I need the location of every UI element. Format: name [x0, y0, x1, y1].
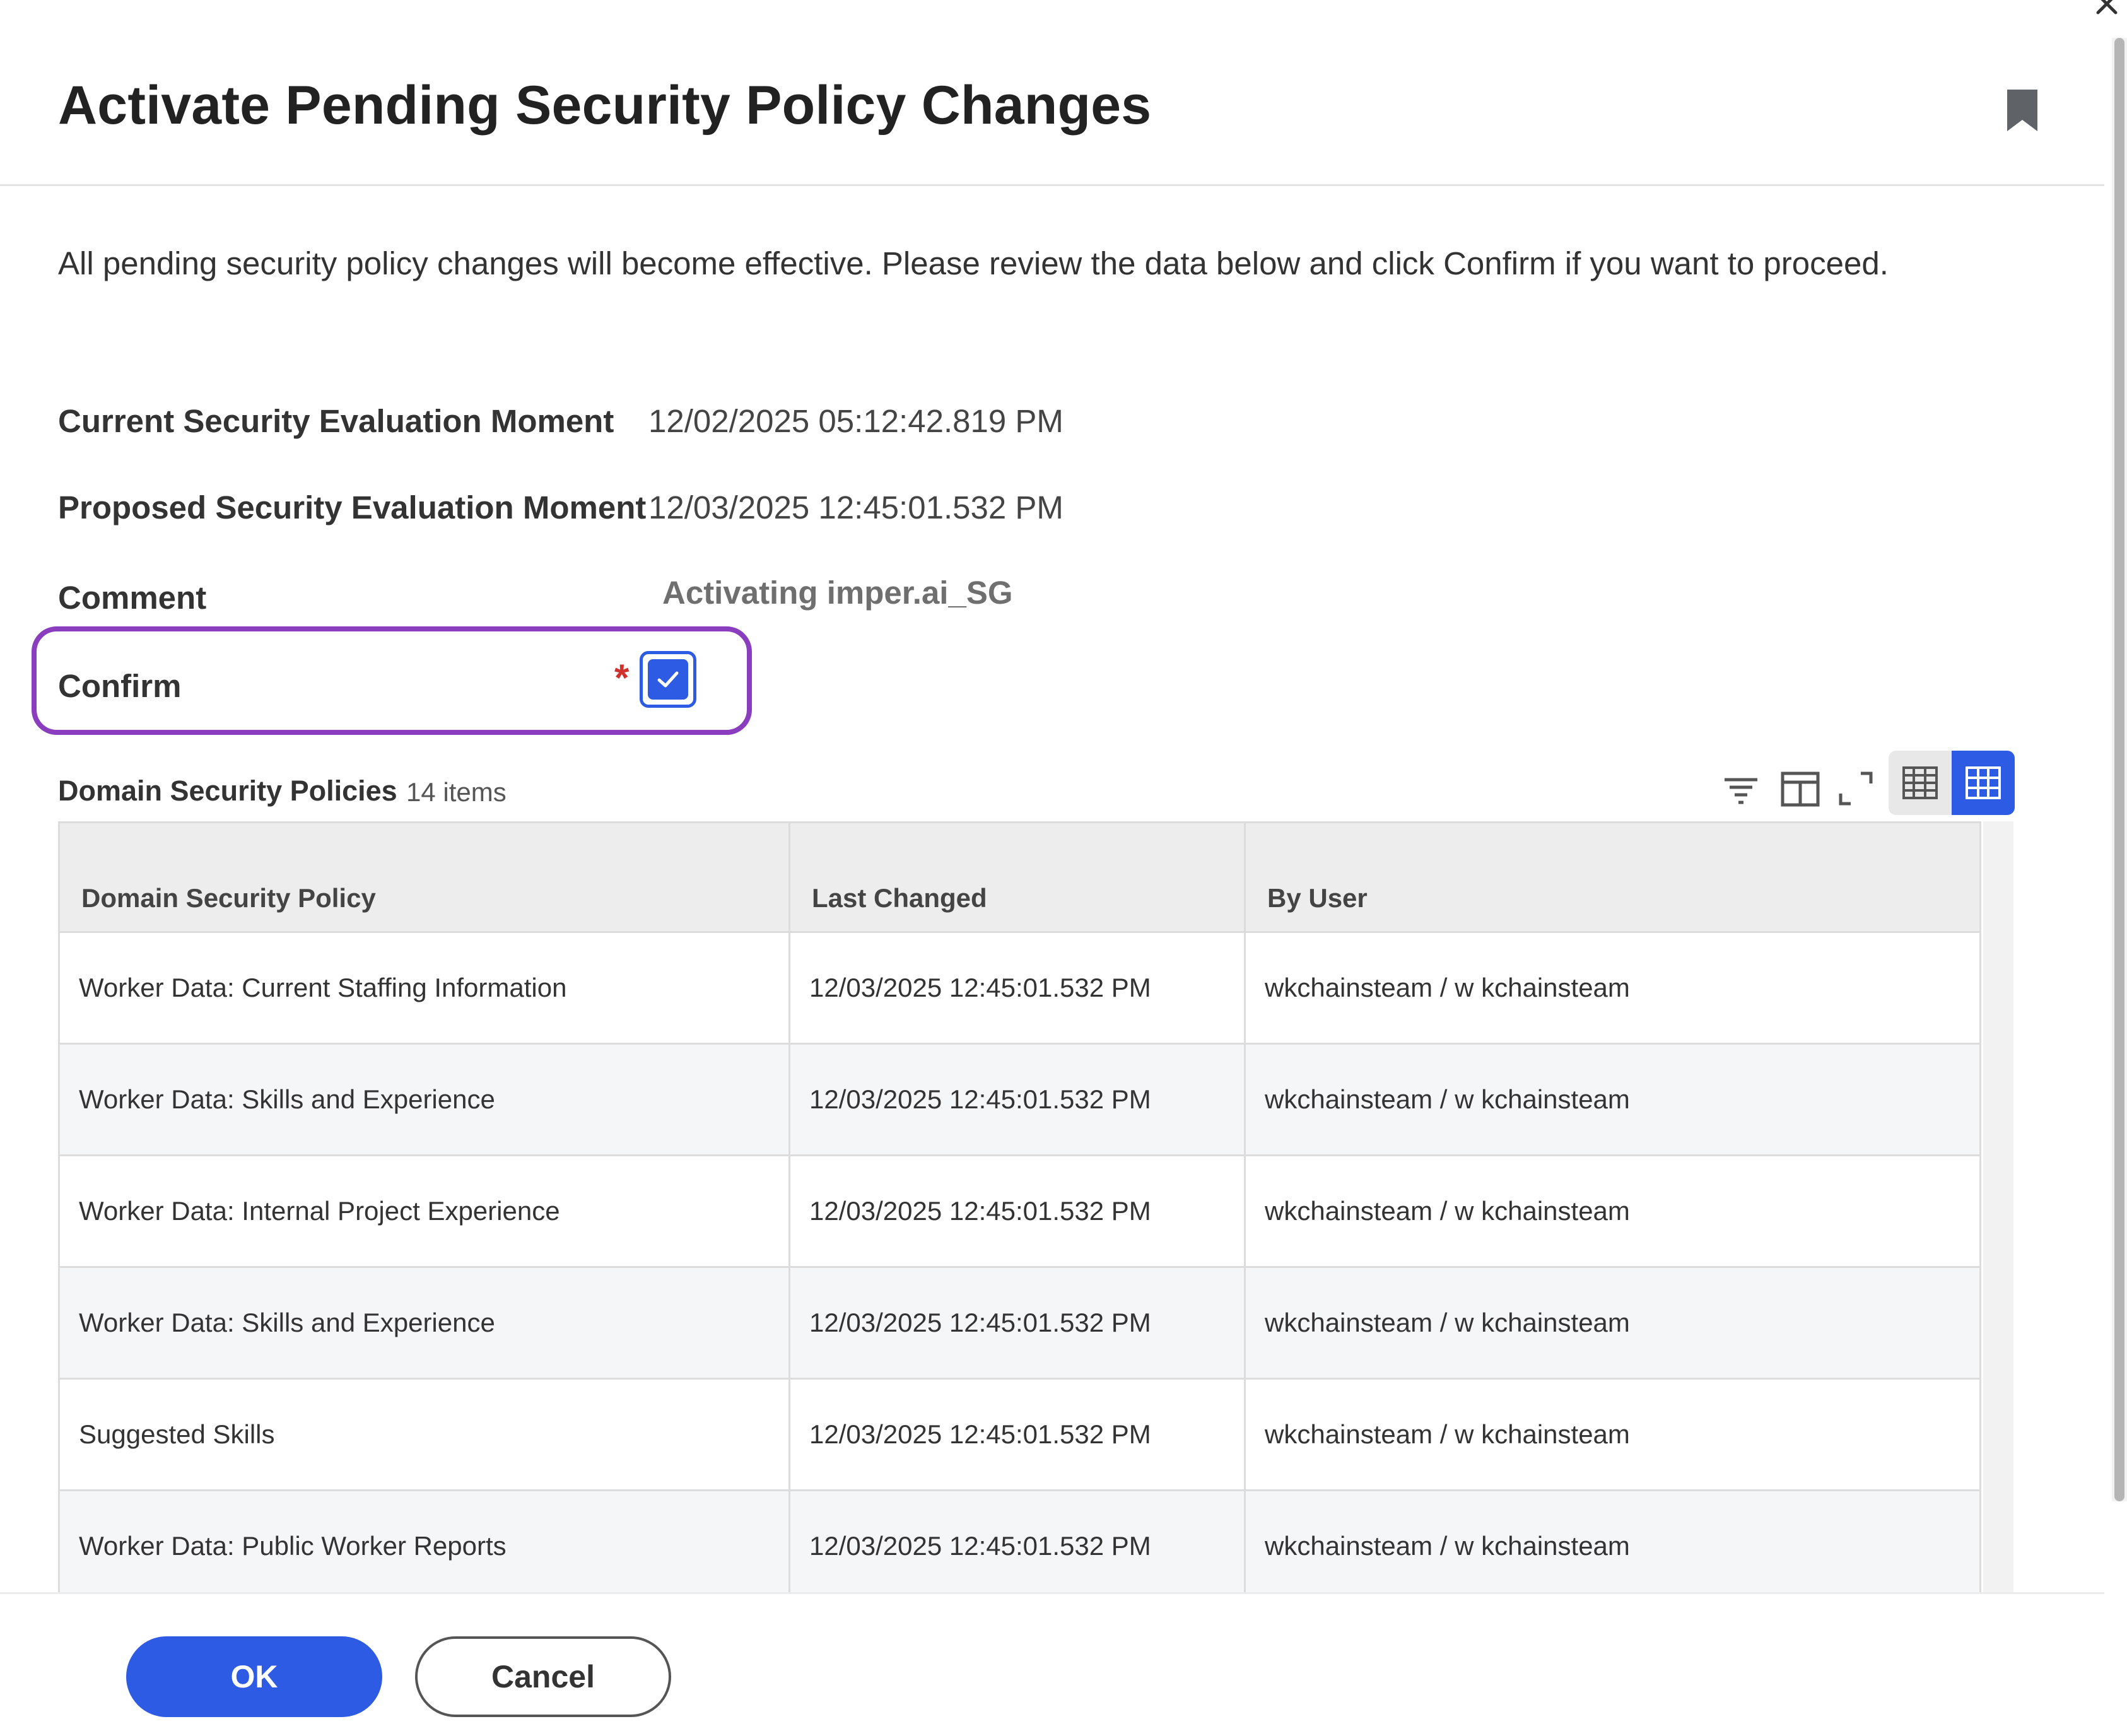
expand-icon[interactable] — [1833, 766, 1878, 811]
cancel-button[interactable]: Cancel — [415, 1636, 671, 1717]
grid-view-icon — [1966, 766, 2001, 799]
checkbox-fill — [648, 659, 688, 700]
confirm-label: Confirm — [58, 668, 182, 704]
checkmark-icon — [657, 671, 679, 688]
policy-cell[interactable]: Worker Data: Skills and Experience — [58, 1266, 790, 1380]
column-header-last-changed[interactable]: Last Changed — [788, 821, 1246, 933]
dialog-header: Activate Pending Security Policy Changes — [0, 0, 2104, 186]
proposed-evaluation-value: 12/03/2025 12:45:01.532 PM — [648, 490, 1064, 525]
dialog-scrollbar-thumb[interactable] — [2114, 38, 2124, 1501]
last-changed-cell: 12/03/2025 12:45:01.532 PM — [788, 1266, 1246, 1380]
grid-title: Domain Security Policies — [58, 775, 397, 807]
instructions-text: All pending security policy changes will… — [58, 245, 1889, 281]
ok-button[interactable]: OK — [126, 1636, 382, 1717]
confirm-checkbox[interactable] — [640, 651, 696, 708]
filter-icon[interactable] — [1718, 766, 1764, 811]
comment-input[interactable]: Activating imper.ai_SG — [662, 574, 1013, 611]
table-view-button[interactable] — [1889, 751, 1952, 815]
required-indicator: * — [614, 657, 630, 699]
by-user-cell[interactable]: wkchainsteam / w kchainsteam — [1244, 931, 1981, 1045]
last-changed-cell: 12/03/2025 12:45:01.532 PM — [788, 1489, 1246, 1592]
by-user-cell[interactable]: wkchainsteam / w kchainsteam — [1244, 1378, 1981, 1491]
dialog: Activate Pending Security Policy Changes… — [0, 0, 2127, 1736]
column-header-policy[interactable]: Domain Security Policy — [58, 821, 790, 933]
last-changed-cell: 12/03/2025 12:45:01.532 PM — [788, 1378, 1246, 1491]
table-header-row: Domain Security Policy Last Changed By U… — [58, 821, 1981, 933]
grid-item-count: 14 items — [406, 777, 507, 807]
comment-label: Comment — [58, 580, 207, 616]
policy-cell[interactable]: Worker Data: Skills and Experience — [58, 1043, 790, 1156]
table-row: Worker Data: Skills and Experience 12/03… — [58, 1266, 1981, 1380]
domain-policies-table: Domain Security Policy Last Changed By U… — [58, 821, 1981, 1592]
table-row: Worker Data: Skills and Experience 12/03… — [58, 1043, 1981, 1156]
policy-cell[interactable]: Suggested Skills — [58, 1378, 790, 1491]
policy-cell[interactable]: Worker Data: Public Worker Reports — [58, 1489, 790, 1592]
bookmark-icon[interactable] — [2005, 88, 2040, 132]
current-evaluation-label: Current Security Evaluation Moment — [58, 403, 614, 439]
grid-view-button[interactable] — [1952, 751, 2015, 815]
last-changed-cell: 12/03/2025 12:45:01.532 PM — [788, 931, 1246, 1045]
table-row: Suggested Skills 12/03/2025 12:45:01.532… — [58, 1378, 1981, 1491]
domain-policies-grid: Domain Security Policy Last Changed By U… — [58, 821, 2013, 1592]
current-evaluation-value: 12/02/2025 05:12:42.819 PM — [648, 403, 1064, 439]
view-toggle — [1889, 751, 2015, 815]
proposed-evaluation-label: Proposed Security Evaluation Moment — [58, 490, 647, 525]
table-row: Worker Data: Internal Project Experience… — [58, 1154, 1981, 1268]
page-title: Activate Pending Security Policy Changes — [58, 75, 1152, 136]
table-view-icon — [1902, 766, 1938, 799]
column-layout-icon[interactable] — [1778, 766, 1823, 811]
table-row: Worker Data: Current Staffing Informatio… — [58, 931, 1981, 1045]
by-user-cell[interactable]: wkchainsteam / w kchainsteam — [1244, 1266, 1981, 1380]
by-user-cell[interactable]: wkchainsteam / w kchainsteam — [1244, 1489, 1981, 1592]
by-user-cell[interactable]: wkchainsteam / w kchainsteam — [1244, 1154, 1981, 1268]
column-header-by-user[interactable]: By User — [1244, 821, 1981, 933]
grid-scrollbar[interactable] — [1983, 821, 2013, 1592]
policy-cell[interactable]: Worker Data: Current Staffing Informatio… — [58, 931, 790, 1045]
by-user-cell[interactable]: wkchainsteam / w kchainsteam — [1244, 1043, 1981, 1156]
policy-cell[interactable]: Worker Data: Internal Project Experience — [58, 1154, 790, 1268]
last-changed-cell: 12/03/2025 12:45:01.532 PM — [788, 1154, 1246, 1268]
table-row: Worker Data: Public Worker Reports 12/03… — [58, 1489, 1981, 1592]
last-changed-cell: 12/03/2025 12:45:01.532 PM — [788, 1043, 1246, 1156]
